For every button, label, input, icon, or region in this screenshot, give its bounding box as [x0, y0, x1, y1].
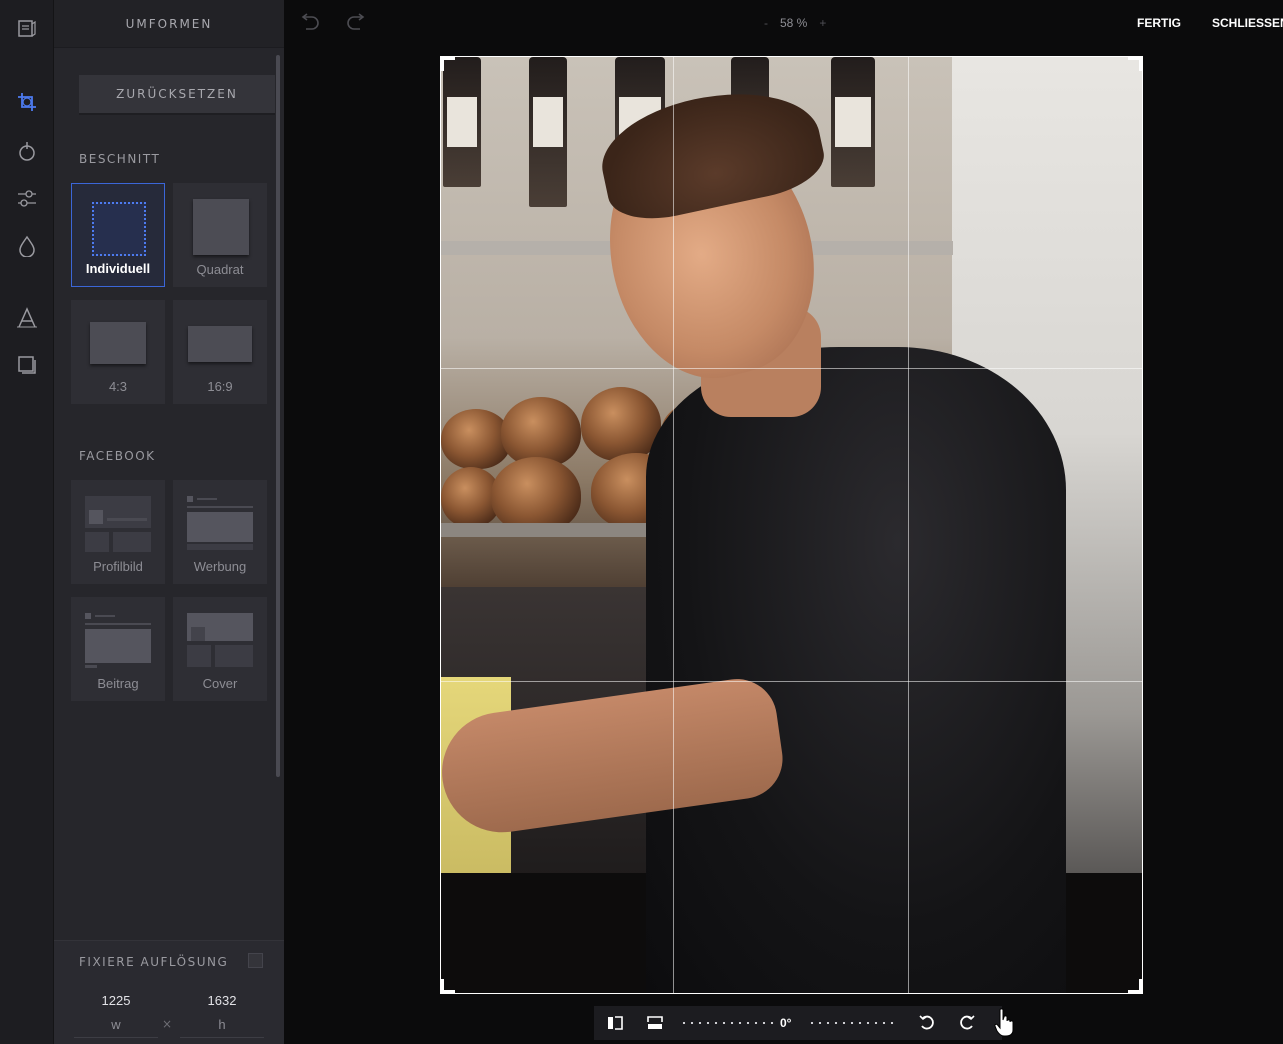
- fix-resolution-checkbox[interactable]: [248, 953, 263, 968]
- height-field-underline: [180, 1037, 264, 1038]
- photo-bottle: [443, 57, 481, 187]
- zoom-out-button[interactable]: -: [764, 16, 768, 30]
- fb-preset-cover[interactable]: Cover: [173, 597, 267, 701]
- cover-icon: [187, 613, 253, 669]
- crop-icon[interactable]: [13, 88, 41, 116]
- photo-editor: UMFORMEN ZURÜCKSETZEN BESCHNITT Individu…: [0, 0, 1283, 1044]
- fb-preset-werbung[interactable]: Werbung: [173, 480, 267, 584]
- library-icon[interactable]: [13, 14, 41, 42]
- post-icon: [85, 613, 151, 669]
- crop-preset-label: Quadrat: [196, 262, 244, 277]
- crop-grid-line: [908, 57, 909, 993]
- frame-icon[interactable]: [13, 351, 41, 379]
- ratio-4-3-icon: [90, 322, 146, 364]
- crop-preset-individuell[interactable]: Individuell: [71, 183, 165, 287]
- width-unit: w: [111, 1017, 121, 1032]
- undo-icon[interactable]: [298, 12, 320, 34]
- times-symbol: ×: [162, 1017, 173, 1031]
- filter-icon[interactable]: [13, 137, 41, 165]
- transform-panel: UMFORMEN ZURÜCKSETZEN BESCHNITT Individu…: [54, 0, 284, 1044]
- tool-rail: [0, 0, 54, 1044]
- custom-crop-icon: [92, 202, 146, 256]
- fb-preset-label: Profilbild: [93, 559, 143, 574]
- crop-grid-line: [673, 57, 674, 993]
- fb-preset-label: Beitrag: [97, 676, 139, 691]
- top-bar: -58 % + FERTIG SCHLIESSEN: [284, 0, 1283, 48]
- zoom-value: 58 %: [780, 16, 808, 30]
- crop-handle-bottom-left[interactable]: [441, 979, 455, 993]
- photo-bottle: [529, 57, 567, 207]
- height-value[interactable]: 1632: [187, 993, 257, 1008]
- rotation-slider-left[interactable]: [680, 1022, 776, 1024]
- photo-person-shirt: [646, 347, 1066, 993]
- adjust-icon[interactable]: [13, 184, 41, 212]
- height-unit: h: [218, 1017, 226, 1032]
- flip-vertical-icon[interactable]: [645, 1014, 665, 1032]
- zoom-in-button[interactable]: +: [819, 16, 826, 30]
- fb-preset-label: Werbung: [193, 559, 247, 574]
- zoom-control: -58 % +: [758, 16, 832, 30]
- panel-scrollbar[interactable]: [276, 55, 280, 777]
- ratio-16-9-icon: [188, 326, 252, 362]
- crop-grid-line: [441, 368, 1142, 369]
- crop-preset-16-9[interactable]: 16:9: [173, 300, 267, 404]
- redo-icon[interactable]: [346, 12, 368, 34]
- flip-horizontal-icon[interactable]: [605, 1014, 625, 1032]
- crop-handle-top-right[interactable]: [1128, 57, 1142, 71]
- drop-icon[interactable]: [13, 232, 41, 260]
- square-icon: [193, 199, 249, 255]
- rotation-angle: 0°: [780, 1016, 792, 1030]
- fb-preset-profilbild[interactable]: Profilbild: [71, 480, 165, 584]
- photo-bottle: [831, 57, 875, 187]
- crop-preset-label: 4:3: [108, 379, 128, 394]
- crop-handle-top-left[interactable]: [441, 57, 455, 71]
- ad-icon: [187, 496, 253, 552]
- facebook-section-label: FACEBOOK: [79, 449, 156, 463]
- close-button[interactable]: SCHLIESSEN: [1212, 16, 1283, 30]
- panel-title: UMFORMEN: [54, 0, 284, 48]
- done-button[interactable]: FERTIG: [1137, 16, 1181, 30]
- crop-preset-label: Individuell: [85, 261, 151, 276]
- fb-preset-beitrag[interactable]: Beitrag: [71, 597, 165, 701]
- text-icon[interactable]: [13, 304, 41, 332]
- photo-canvas[interactable]: [440, 56, 1143, 994]
- fix-resolution-label: FIXIERE AUFLÖSUNG: [79, 955, 229, 969]
- rotation-slider-right[interactable]: [808, 1022, 896, 1024]
- reset-button[interactable]: ZURÜCKSETZEN: [79, 75, 275, 115]
- crop-section-label: BESCHNITT: [79, 152, 161, 166]
- width-field-underline: [74, 1037, 158, 1038]
- transform-toolbar: 0°: [594, 1006, 1002, 1040]
- hand-cursor-icon: [994, 1008, 1016, 1038]
- fb-preset-label: Cover: [202, 676, 238, 691]
- photo-cup: [491, 457, 581, 533]
- width-value[interactable]: 1225: [81, 993, 151, 1008]
- crop-preset-quadrat[interactable]: Quadrat: [173, 183, 267, 287]
- rotate-left-icon[interactable]: [917, 1014, 937, 1032]
- rotate-right-icon[interactable]: [957, 1014, 977, 1032]
- crop-handle-bottom-right[interactable]: [1128, 979, 1142, 993]
- crop-grid-line: [441, 681, 1142, 682]
- fix-resolution-section: FIXIERE AUFLÖSUNG 1225 w × 1632 h: [54, 940, 284, 1044]
- profile-picture-icon: [85, 496, 151, 552]
- crop-preset-label: 16:9: [207, 379, 233, 394]
- crop-preset-4-3[interactable]: 4:3: [71, 300, 165, 404]
